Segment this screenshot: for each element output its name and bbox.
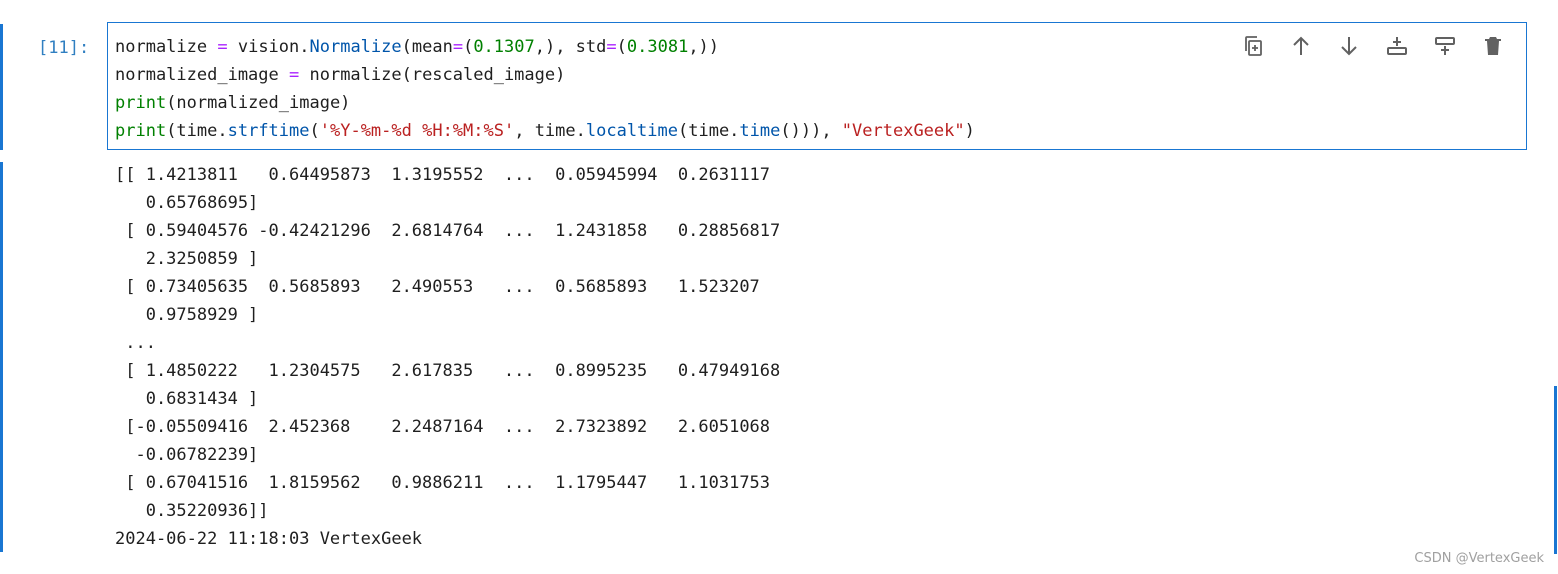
watermark: CSDN @VertexGeek: [1414, 551, 1544, 566]
code-line-3: print(normalized_image): [115, 93, 351, 113]
output-line: ...: [115, 333, 156, 353]
move-down-icon: [1341, 37, 1357, 56]
output-line: [-0.05509416 2.452368 2.2487164 ... 2.73…: [115, 417, 771, 437]
scrollbar[interactable]: [1554, 386, 1557, 554]
code-cell-editor[interactable]: normalize = vision.Normalize(mean=(0.130…: [107, 22, 1527, 150]
insert-below-button[interactable]: [1382, 31, 1412, 61]
delete-icon: [1485, 37, 1501, 55]
code-line-1: normalize = vision.Normalize(mean=(0.130…: [115, 37, 720, 57]
insert-above-button[interactable]: [1430, 31, 1460, 61]
code-text[interactable]: normalize = vision.Normalize(mean=(0.130…: [115, 33, 975, 145]
duplicate-icon: [1245, 36, 1262, 56]
code-line-2: normalized_image = normalize(rescaled_im…: [115, 65, 566, 85]
output-line: [[ 1.4213811 0.64495873 1.3195552 ... 0.…: [115, 165, 771, 185]
output-line: 0.6831434 ]: [115, 389, 259, 409]
output-line: [ 1.4850222 1.2304575 2.617835 ... 0.899…: [115, 361, 781, 381]
output-line: 2024-06-22 11:18:03 VertexGeek: [115, 529, 423, 549]
output-line: [ 0.73405635 0.5685893 2.490553 ... 0.56…: [115, 277, 760, 297]
output-line: 0.65768695]: [115, 193, 259, 213]
output-line: -0.06782239]: [115, 445, 259, 465]
output-line: 2.3250859 ]: [115, 249, 259, 269]
cell-toolbar: [1238, 31, 1508, 61]
insert-above-icon: [1435, 37, 1455, 55]
move-up-button[interactable]: [1286, 31, 1316, 61]
output-line: 0.35220936]]: [115, 501, 269, 521]
output-line: [ 0.59404576 -0.42421296 2.6814764 ... 1…: [115, 221, 781, 241]
execution-count-prompt: [11]:: [38, 38, 90, 58]
output-collapse-bar[interactable]: [0, 162, 3, 552]
output-line: [ 0.67041516 1.8159562 0.9886211 ... 1.1…: [115, 473, 771, 493]
output-line: 0.9758929 ]: [115, 305, 259, 325]
move-down-button[interactable]: [1334, 31, 1364, 61]
delete-cell-button[interactable]: [1478, 31, 1508, 61]
cell-selection-bar: [0, 24, 3, 150]
code-line-4: print(time.strftime('%Y-%m-%d %H:%M:%S',…: [115, 121, 975, 141]
insert-below-icon: [1387, 37, 1407, 55]
move-up-icon: [1293, 36, 1309, 55]
cell-output: [[ 1.4213811 0.64495873 1.3195552 ... 0.…: [115, 161, 780, 553]
duplicate-cell-button[interactable]: [1238, 31, 1268, 61]
